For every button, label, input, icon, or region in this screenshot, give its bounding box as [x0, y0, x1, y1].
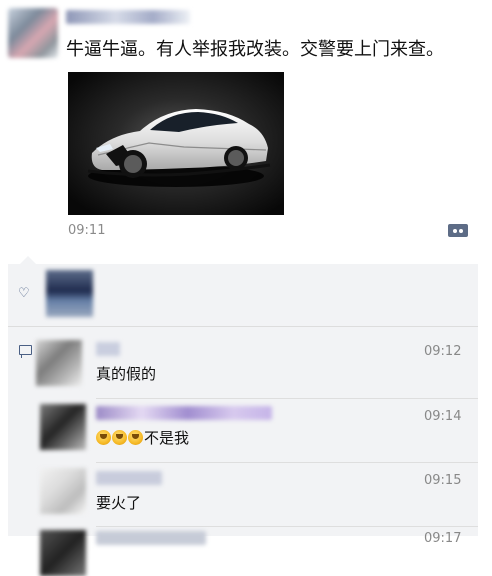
post-avatar[interactable] — [8, 8, 58, 58]
commenter-avatar-2[interactable] — [40, 404, 86, 450]
commenter-avatar-3[interactable] — [40, 468, 86, 514]
comment-text-1: 真的假的 — [96, 365, 157, 383]
commenter-avatar-1[interactable] — [36, 340, 82, 386]
comment-time-3: 09:15 — [424, 473, 462, 488]
commenter-avatar-4[interactable] — [40, 530, 86, 576]
commenter-name-4[interactable] — [96, 531, 206, 545]
laughing-face-emoji — [128, 430, 143, 445]
heart-icon: ♡ — [18, 286, 30, 301]
comment-time-1: 09:12 — [424, 344, 462, 359]
commenter-name-1[interactable] — [96, 342, 120, 356]
more-dots-icon[interactable] — [448, 224, 468, 237]
comment-icon — [19, 345, 32, 358]
commenter-name-2[interactable] — [96, 406, 272, 420]
comment-text-3: 要火了 — [96, 494, 142, 512]
comment-text-2-value: 不是我 — [144, 429, 190, 447]
comment-separator-1 — [96, 398, 478, 399]
likes-divider — [8, 326, 478, 327]
post-author-name[interactable] — [66, 10, 190, 24]
post-image[interactable] — [68, 72, 284, 215]
comment-time-4: 09:17 — [424, 531, 462, 546]
comment-separator-3 — [96, 526, 478, 527]
liker-avatar[interactable] — [46, 270, 93, 317]
comment-text-2: 不是我 — [96, 427, 189, 449]
comment-time-2: 09:14 — [424, 409, 462, 424]
laughing-face-emoji — [96, 430, 111, 445]
sports-car-image — [68, 72, 284, 215]
comment-separator-2 — [96, 462, 478, 463]
post-time: 09:11 — [68, 223, 106, 238]
post-text: 牛逼牛逼。有人举报我改装。交警要上门来查。 — [66, 39, 444, 60]
commenter-name-3[interactable] — [96, 471, 162, 485]
laughing-face-emoji — [112, 430, 127, 445]
